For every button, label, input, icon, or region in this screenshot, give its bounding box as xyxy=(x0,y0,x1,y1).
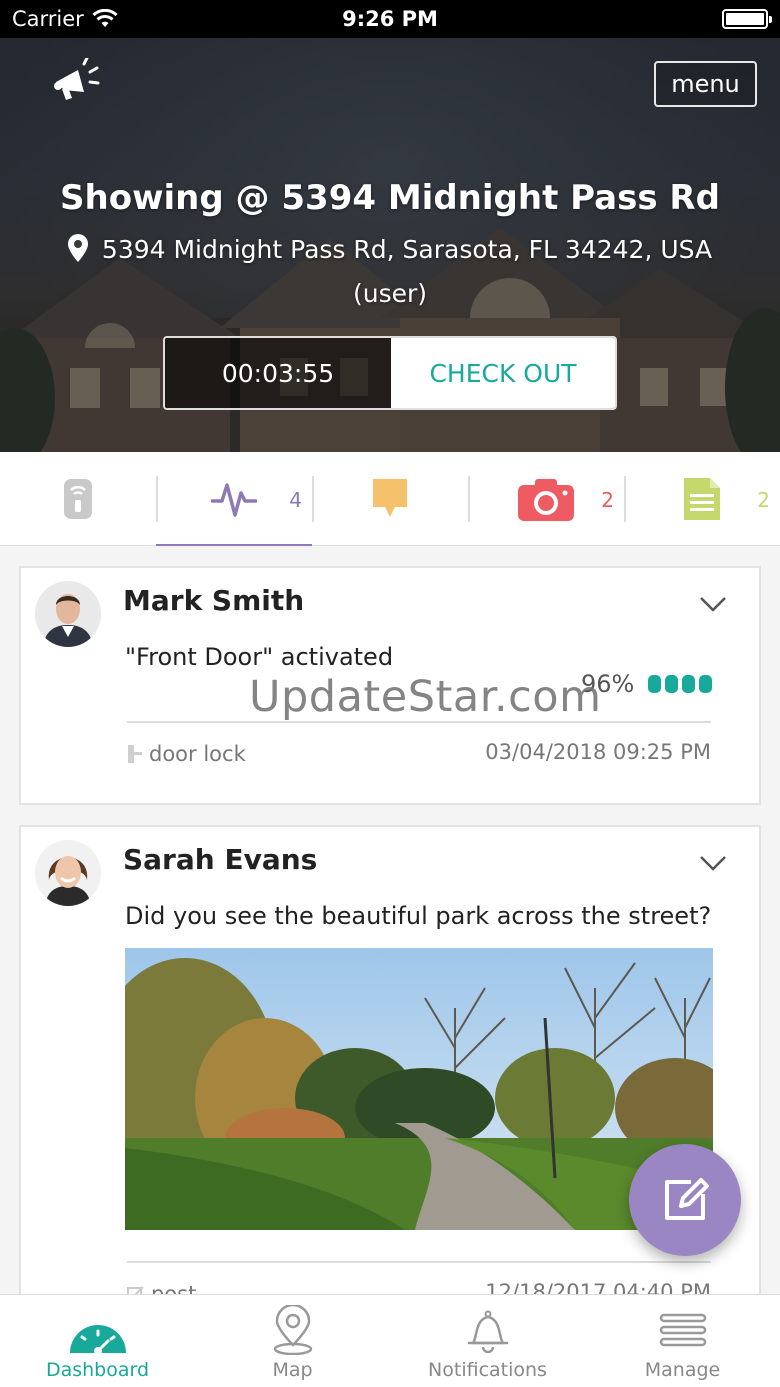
activity-text: "Front Door" activated xyxy=(125,643,394,671)
edit-icon xyxy=(127,1286,144,1294)
nav-dashboard[interactable]: Dashboard xyxy=(0,1295,195,1387)
checkin-controls: 00:03:55 CHECK OUT xyxy=(163,336,617,410)
remote-icon xyxy=(64,478,92,519)
status-bar: Carrier 9:26 PM xyxy=(0,0,780,38)
author-name: Sarah Evans xyxy=(123,843,318,876)
activity-icon xyxy=(211,482,257,517)
watermark: UpdateStar.com xyxy=(249,672,602,722)
nav-manage[interactable]: Manage xyxy=(585,1295,780,1387)
feed-card[interactable]: Mark Smith "Front Door" activated 96% Up… xyxy=(19,566,761,805)
chevron-down-icon[interactable] xyxy=(699,596,727,614)
megaphone-icon[interactable] xyxy=(50,58,100,104)
post-tag: post xyxy=(127,1282,196,1294)
address-text: 5394 Midnight Pass Rd, Sarasota, FL 3424… xyxy=(101,235,713,264)
timestamp: 12/18/2017 04:40 PM xyxy=(485,1280,711,1294)
hamburger-icon xyxy=(659,1313,706,1347)
nav-label: Manage xyxy=(644,1359,721,1381)
documents-count: 2 xyxy=(757,488,770,512)
showing-address: 5394 Midnight Pass Rd, Sarasota, FL 3424… xyxy=(0,228,780,316)
nav-label: Map xyxy=(272,1359,313,1381)
avatar xyxy=(35,840,101,906)
bell-icon xyxy=(467,1310,508,1354)
nav-label: Notifications xyxy=(428,1359,547,1381)
dashboard-icon xyxy=(69,1325,126,1355)
tab-activity[interactable]: 4 xyxy=(156,452,312,546)
tag-label: post xyxy=(151,1282,197,1294)
activity-filter-tabs: 4 2 2 xyxy=(0,452,780,546)
tab-photos[interactable]: 2 xyxy=(468,452,624,545)
location-pin-icon xyxy=(67,234,88,262)
post-text: Did you see the beautiful park across th… xyxy=(125,902,712,930)
map-pin-icon xyxy=(273,1305,312,1355)
compose-icon xyxy=(665,1178,709,1220)
showing-timer: 00:03:55 xyxy=(165,338,391,408)
park-photo[interactable] xyxy=(125,948,713,1230)
battery-icon xyxy=(722,9,772,29)
timestamp: 03/04/2018 09:25 PM xyxy=(485,740,711,764)
camera-icon xyxy=(518,478,574,521)
showing-header: menu Showing @ 5394 Midnight Pass Rd 539… xyxy=(0,38,780,452)
avatar xyxy=(35,581,101,647)
bottom-navigation: Dashboard Map Notifications Manage xyxy=(0,1294,780,1387)
document-icon xyxy=(684,477,720,520)
carrier-label: Carrier xyxy=(12,7,84,31)
tab-notes[interactable] xyxy=(312,452,468,545)
chevron-down-icon[interactable] xyxy=(699,855,727,873)
wifi-icon xyxy=(92,9,118,27)
role-label: (user) xyxy=(352,279,428,308)
nav-map[interactable]: Map xyxy=(195,1295,390,1387)
tag-label: door lock xyxy=(149,742,246,766)
photos-count: 2 xyxy=(601,488,614,512)
author-name: Mark Smith xyxy=(123,584,305,617)
nav-label: Dashboard xyxy=(45,1359,150,1381)
check-out-button[interactable]: CHECK OUT xyxy=(391,338,615,408)
door-lock-icon xyxy=(128,745,142,763)
activity-tag: door lock xyxy=(127,742,246,766)
tab-documents[interactable]: 2 xyxy=(624,452,780,545)
note-icon xyxy=(373,478,407,517)
tab-remote[interactable] xyxy=(0,452,156,545)
nav-notifications[interactable]: Notifications xyxy=(390,1295,585,1387)
signal-bars-icon xyxy=(648,675,713,693)
compose-button[interactable] xyxy=(629,1144,741,1256)
activity-count: 4 xyxy=(289,488,302,512)
showing-title: Showing @ 5394 Midnight Pass Rd xyxy=(60,178,720,218)
menu-button[interactable]: menu xyxy=(654,61,757,107)
